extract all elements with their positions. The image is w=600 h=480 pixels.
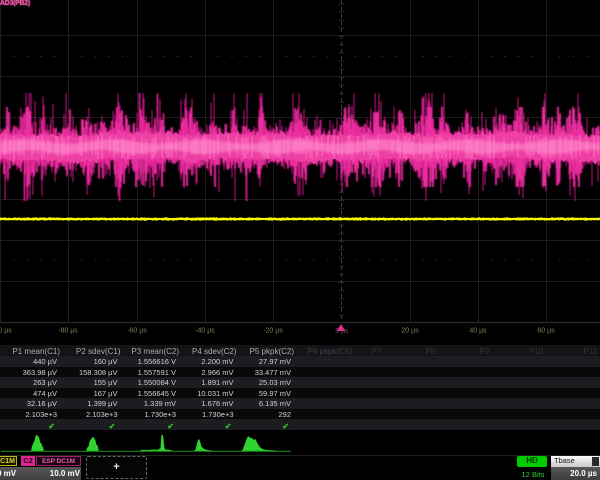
svg-text:-80 µs: -80 µs <box>58 328 78 335</box>
svg-text:40 µs: 40 µs <box>469 328 487 335</box>
svg-text:60 µs: 60 µs <box>537 328 555 335</box>
svg-text:-40 µs: -40 µs <box>195 328 215 335</box>
svg-text:-20 µs: -20 µs <box>263 328 283 335</box>
svg-text:20 µs: 20 µs <box>401 328 419 335</box>
svg-text:-60 µs: -60 µs <box>127 328 147 335</box>
svg-text:-100 µs: -100 µs <box>0 328 12 335</box>
